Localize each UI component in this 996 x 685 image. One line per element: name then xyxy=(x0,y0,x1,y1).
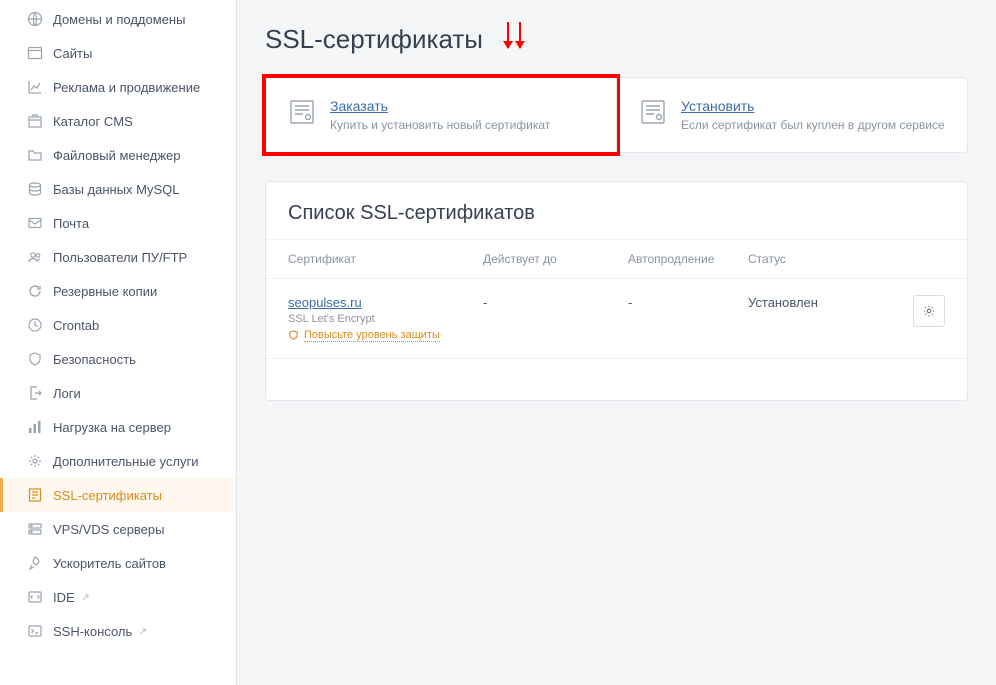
cert-warning: Повысьте уровень защиты xyxy=(288,329,483,342)
sidebar-item-label: Базы данных MySQL xyxy=(53,182,180,197)
cert-domain-link[interactable]: seopulses.ru xyxy=(288,295,362,310)
annotation-arrows xyxy=(507,22,521,48)
users-icon xyxy=(27,249,43,265)
sidebar-item-backup[interactable]: Резервные копии xyxy=(0,274,236,308)
install-certificate-card[interactable]: Установить Если сертификат был куплен в … xyxy=(616,78,967,152)
sidebar-item-vps[interactable]: VPS/VDS серверы xyxy=(0,512,236,546)
col-header-cert: Сертификат xyxy=(288,252,483,266)
shield-icon xyxy=(27,351,43,367)
sidebar-item-files[interactable]: Файловый менеджер xyxy=(0,138,236,172)
col-header-autorenew: Автопродление xyxy=(628,252,748,266)
code-icon xyxy=(27,589,43,605)
certificate-icon xyxy=(288,98,316,126)
cell-status: Установлен xyxy=(748,295,905,310)
arrow-down-icon xyxy=(507,22,509,48)
sidebar-item-label: Почта xyxy=(53,216,89,231)
page-title: SSL-сертификаты xyxy=(265,24,968,55)
sidebar-item-label: Дополнительные услуги xyxy=(53,454,198,469)
sidebar-item-security[interactable]: Безопасность xyxy=(0,342,236,376)
sidebar-item-logs[interactable]: Логи xyxy=(0,376,236,410)
terminal-icon xyxy=(27,623,43,639)
rocket-icon xyxy=(27,555,43,571)
sidebar-item-label: Пользователи ПУ/FTP xyxy=(53,250,187,265)
sidebar-item-label: Логи xyxy=(53,386,81,401)
external-link-icon: ↗ xyxy=(81,591,90,604)
col-header-expires: Действует до xyxy=(483,252,628,266)
shield-warning-icon xyxy=(288,330,299,341)
certificate-list-panel: Список SSL-сертификатов Сертификат Дейст… xyxy=(265,181,968,401)
sidebar-item-label: SSL-сертификаты xyxy=(53,488,162,503)
clock-icon xyxy=(27,317,43,333)
gear-icon xyxy=(922,304,936,318)
certificate-table: Сертификат Действует до Автопродление Ст… xyxy=(266,239,967,400)
certificate-icon xyxy=(639,98,667,126)
bars-icon xyxy=(27,419,43,435)
order-certificate-card[interactable]: Заказать Купить и установить новый серти… xyxy=(266,78,616,152)
external-link-icon: ↗ xyxy=(138,625,147,638)
server-icon xyxy=(27,521,43,537)
globe-icon xyxy=(27,11,43,27)
sidebar-item-addons[interactable]: Дополнительные услуги xyxy=(0,444,236,478)
folder-icon xyxy=(27,147,43,163)
sidebar: Домены и поддомены Сайты Реклама и продв… xyxy=(0,0,237,685)
sidebar-item-accelerator[interactable]: Ускоритель сайтов xyxy=(0,546,236,580)
cert-type-label: SSL Let's Encrypt xyxy=(288,313,483,325)
sidebar-item-label: SSH-консоль xyxy=(53,624,132,639)
cell-autorenew: - xyxy=(628,295,748,310)
mail-icon xyxy=(27,215,43,231)
sidebar-item-domains[interactable]: Домены и поддомены xyxy=(0,2,236,36)
order-link[interactable]: Заказать xyxy=(330,98,388,114)
sidebar-item-label: Реклама и продвижение xyxy=(53,80,200,95)
sidebar-item-label: Сайты xyxy=(53,46,92,61)
upgrade-protection-link[interactable]: Повысьте уровень защиты xyxy=(304,329,440,342)
sidebar-item-sites[interactable]: Сайты xyxy=(0,36,236,70)
sidebar-item-cms[interactable]: Каталог CMS xyxy=(0,104,236,138)
table-footer xyxy=(266,358,967,400)
sidebar-item-ssl[interactable]: SSL-сертификаты xyxy=(0,478,236,512)
sidebar-item-label: Домены и поддомены xyxy=(53,12,185,27)
sidebar-item-ssh[interactable]: SSH-консоль ↗ xyxy=(0,614,236,648)
sidebar-item-crontab[interactable]: Crontab xyxy=(0,308,236,342)
row-settings-button[interactable] xyxy=(913,295,945,327)
table-row: seopulses.ru SSL Let's Encrypt Повысьте … xyxy=(266,278,967,358)
refresh-icon xyxy=(27,283,43,299)
sidebar-item-promo[interactable]: Реклама и продвижение xyxy=(0,70,236,104)
sidebar-item-load[interactable]: Нагрузка на сервер xyxy=(0,410,236,444)
sidebar-item-label: Каталог CMS xyxy=(53,114,133,129)
col-header-status: Статус xyxy=(748,252,905,266)
database-icon xyxy=(27,181,43,197)
order-subtitle: Купить и установить новый сертификат xyxy=(330,118,594,132)
arrow-down-icon xyxy=(519,22,521,48)
sidebar-item-label: VPS/VDS серверы xyxy=(53,522,165,537)
sidebar-item-ide[interactable]: IDE ↗ xyxy=(0,580,236,614)
sidebar-item-mysql[interactable]: Базы данных MySQL xyxy=(0,172,236,206)
gear-icon xyxy=(27,453,43,469)
install-subtitle: Если сертификат был куплен в другом серв… xyxy=(681,118,945,132)
sidebar-item-label: Ускоритель сайтов xyxy=(53,556,166,571)
main-content: SSL-сертификаты Заказать Купить и устано… xyxy=(237,0,996,685)
sidebar-item-label: Резервные копии xyxy=(53,284,157,299)
sidebar-item-users[interactable]: Пользователи ПУ/FTP xyxy=(0,240,236,274)
cell-expires: - xyxy=(483,295,628,310)
browser-icon xyxy=(27,45,43,61)
action-cards: Заказать Купить и установить новый серти… xyxy=(265,77,968,153)
sidebar-item-label: Crontab xyxy=(53,318,99,333)
sidebar-item-label: IDE xyxy=(53,590,75,605)
sidebar-item-label: Нагрузка на сервер xyxy=(53,420,171,435)
chart-icon xyxy=(27,79,43,95)
box-icon xyxy=(27,113,43,129)
sidebar-item-mail[interactable]: Почта xyxy=(0,206,236,240)
certificate-icon xyxy=(27,487,43,503)
exit-icon xyxy=(27,385,43,401)
table-header: Сертификат Действует до Автопродление Ст… xyxy=(266,239,967,278)
sidebar-item-label: Файловый менеджер xyxy=(53,148,181,163)
sidebar-item-label: Безопасность xyxy=(53,352,136,367)
panel-title: Список SSL-сертификатов xyxy=(266,182,967,239)
install-link[interactable]: Установить xyxy=(681,98,754,114)
